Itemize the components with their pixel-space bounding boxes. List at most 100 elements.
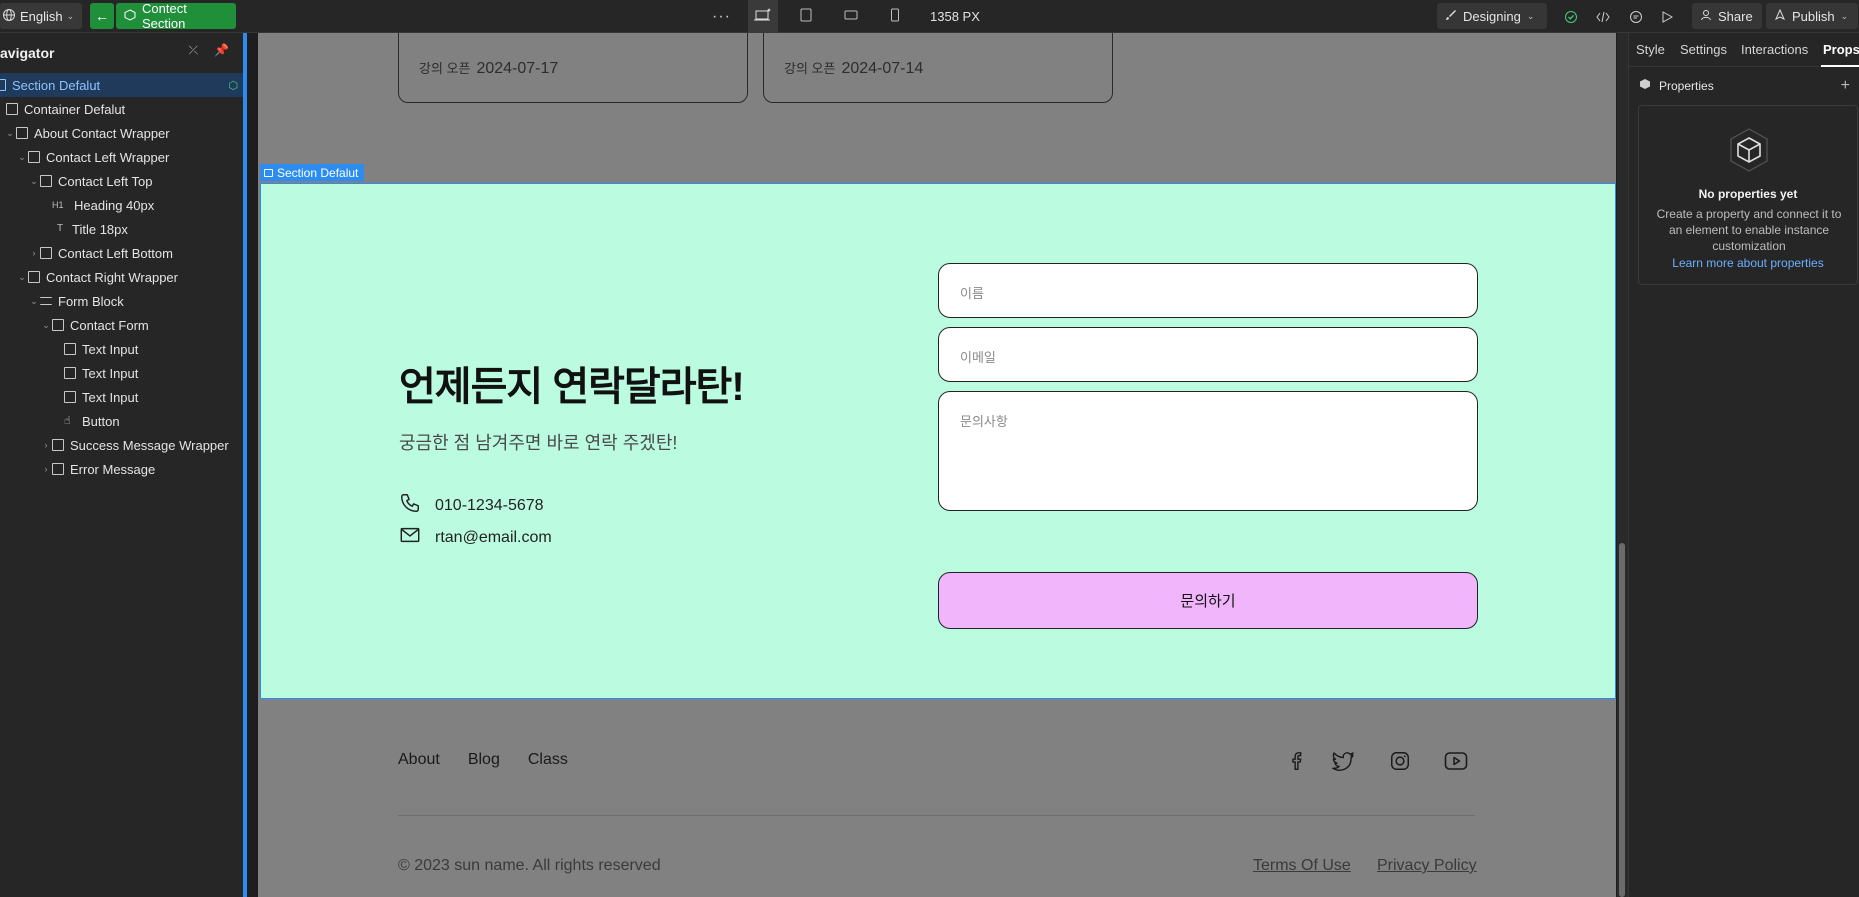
back-button[interactable]: ← xyxy=(90,3,114,29)
footer-link-about[interactable]: About xyxy=(398,751,440,769)
message-textarea[interactable]: 문의사항 xyxy=(938,391,1478,511)
desktop-breakpoint-button[interactable] xyxy=(748,0,778,33)
status-check-icon[interactable] xyxy=(1560,0,1582,33)
contact-section[interactable]: 언제든지 연락달라탄! 궁금한 점 남겨주면 바로 연락 주겠탄! 010-12… xyxy=(260,183,1616,699)
design-canvas[interactable]: 강의 오픈 2024-07-17 강의 오픈 2024-07-14 Sectio… xyxy=(258,33,1616,897)
right-panel: Style Settings Interactions Props Proper… xyxy=(1628,33,1859,897)
chevron-down-icon[interactable]: ⌄ xyxy=(16,272,28,283)
tree-item-error-message[interactable]: › Error Message xyxy=(0,457,244,481)
instagram-icon[interactable] xyxy=(1388,749,1412,773)
footer-link-class[interactable]: Class xyxy=(528,751,568,769)
tree-item-section-defalut[interactable]: Section Defalut ⬡ xyxy=(0,73,244,97)
form-icon xyxy=(52,319,64,331)
chevron-down-icon[interactable]: ⌄ xyxy=(40,320,52,331)
footer-link-blog[interactable]: Blog xyxy=(468,751,500,769)
tree-item-label: Heading 40px xyxy=(74,197,155,213)
youtube-icon[interactable] xyxy=(1444,749,1468,773)
mode-select[interactable]: Designing ⌄ xyxy=(1437,3,1547,29)
component-button[interactable]: Contect Section xyxy=(116,1,236,31)
tree-item-label: Contact Left Wrapper xyxy=(46,149,170,165)
publish-button[interactable]: Publish ⌄ xyxy=(1766,3,1858,29)
div-block-icon xyxy=(52,463,64,475)
tree-item-contact-left-top[interactable]: ⌄ Contact Left Top xyxy=(0,169,244,193)
learn-more-link[interactable]: Learn more about properties xyxy=(1639,256,1857,270)
selected-element-label[interactable]: Section Defalut xyxy=(260,164,365,181)
tree-item-heading-40px[interactable]: H1 Heading 40px xyxy=(0,193,244,217)
course-card[interactable]: 강의 오픈 2024-07-17 xyxy=(398,33,748,103)
terms-link[interactable]: Terms Of Use xyxy=(1253,857,1351,875)
mobile-breakpoint-button[interactable] xyxy=(880,0,910,33)
contact-phone: 010-1234-5678 xyxy=(399,492,544,519)
chevron-right-icon[interactable]: › xyxy=(40,464,52,474)
email-input[interactable]: 이메일 xyxy=(938,327,1478,382)
navigator-panel: avigator ⤫ 📌 Section Defalut ⬡ Container… xyxy=(0,33,244,897)
tree-item-text-input[interactable]: Text Input xyxy=(0,337,244,361)
tree-item-label: Container Defalut xyxy=(24,101,126,117)
twitter-icon[interactable] xyxy=(1331,749,1355,773)
play-icon[interactable] xyxy=(1656,0,1678,33)
empty-properties-card: No properties yet Create a property and … xyxy=(1638,105,1858,285)
tree-item-contact-form[interactable]: ⌄ Contact Form xyxy=(0,313,244,337)
language-label: English xyxy=(20,8,63,24)
facebook-icon[interactable] xyxy=(1285,749,1309,773)
tree-item-label: About Contact Wrapper xyxy=(34,125,170,141)
add-property-icon[interactable]: + xyxy=(1841,77,1850,95)
comment-icon[interactable] xyxy=(1625,0,1647,33)
chevron-down-icon: ⌄ xyxy=(1840,10,1849,21)
privacy-link[interactable]: Privacy Policy xyxy=(1377,857,1477,875)
name-input[interactable]: 이름 xyxy=(938,263,1478,318)
email-address: rtan@email.com xyxy=(435,528,552,546)
tree-item-title-18px[interactable]: T Title 18px xyxy=(0,217,244,241)
brush-icon xyxy=(1445,9,1457,24)
selected-element-name: Section Defalut xyxy=(277,165,359,180)
navigator-tree: Section Defalut ⬡ Container Defalut ⌄ Ab… xyxy=(0,73,244,481)
chevron-down-icon[interactable]: ⌄ xyxy=(16,152,28,163)
tree-item-contact-left-wrapper[interactable]: ⌄ Contact Left Wrapper xyxy=(0,145,244,169)
more-icon[interactable]: ··· xyxy=(712,0,731,33)
tree-item-text-input[interactable]: Text Input xyxy=(0,385,244,409)
tab-props[interactable]: Props xyxy=(1823,42,1859,57)
code-icon[interactable] xyxy=(1592,0,1614,33)
div-block-icon xyxy=(28,151,40,163)
canvas-scrollbar[interactable] xyxy=(1617,33,1628,897)
tree-item-about-contact-wrapper[interactable]: ⌄ About Contact Wrapper xyxy=(0,121,244,145)
tablet-breakpoint-button[interactable] xyxy=(791,0,821,33)
language-select[interactable]: English ⌄ xyxy=(0,3,82,29)
cube-icon xyxy=(1725,126,1773,177)
phone-number: 010-1234-5678 xyxy=(435,496,544,514)
scrollbar-thumb[interactable] xyxy=(1619,543,1625,897)
tab-interactions[interactable]: Interactions xyxy=(1741,42,1808,57)
input-icon xyxy=(64,343,76,355)
landscape-breakpoint-button[interactable] xyxy=(836,0,866,33)
chevron-right-icon[interactable]: › xyxy=(40,440,52,450)
chevron-down-icon[interactable]: ⌄ xyxy=(28,176,40,187)
tree-item-container-defalut[interactable]: Container Defalut xyxy=(0,97,244,121)
tab-settings[interactable]: Settings xyxy=(1680,42,1727,57)
tree-item-contact-right-wrapper[interactable]: ⌄ Contact Right Wrapper xyxy=(0,265,244,289)
tree-item-label: Success Message Wrapper xyxy=(70,437,229,453)
chevron-down-icon[interactable]: ⌄ xyxy=(28,296,40,307)
tree-item-button[interactable]: ☝ Button xyxy=(0,409,244,433)
submit-button[interactable]: 문의하기 xyxy=(938,572,1478,629)
share-button[interactable]: Share xyxy=(1692,3,1762,29)
phone-icon xyxy=(399,492,421,519)
collapse-icon[interactable]: ⤫ xyxy=(188,43,198,58)
mobile-portrait-icon xyxy=(890,8,900,25)
panel-tabs: Style Settings Interactions Props xyxy=(1629,33,1859,67)
container-icon xyxy=(6,103,18,115)
globe-icon xyxy=(2,8,16,25)
course-card[interactable]: 강의 오픈 2024-07-14 xyxy=(763,33,1113,103)
footer-nav: About Blog Class xyxy=(398,751,568,769)
tree-item-form-block[interactable]: ⌄ Form Block xyxy=(0,289,244,313)
chevron-down-icon[interactable]: ⌄ xyxy=(4,128,16,139)
navigator-resize-handle[interactable] xyxy=(243,33,247,897)
top-bar: English ⌄ ← Contect Section ··· 1358 PX xyxy=(0,0,1859,33)
chevron-right-icon[interactable]: › xyxy=(28,248,40,258)
section-icon xyxy=(264,168,273,177)
tree-item-text-input[interactable]: Text Input xyxy=(0,361,244,385)
tab-style[interactable]: Style xyxy=(1636,42,1665,57)
div-block-icon xyxy=(52,439,64,451)
tree-item-success-message-wrapper[interactable]: › Success Message Wrapper xyxy=(0,433,244,457)
tree-item-contact-left-bottom[interactable]: › Contact Left Bottom xyxy=(0,241,244,265)
pin-icon[interactable]: 📌 xyxy=(214,43,229,58)
